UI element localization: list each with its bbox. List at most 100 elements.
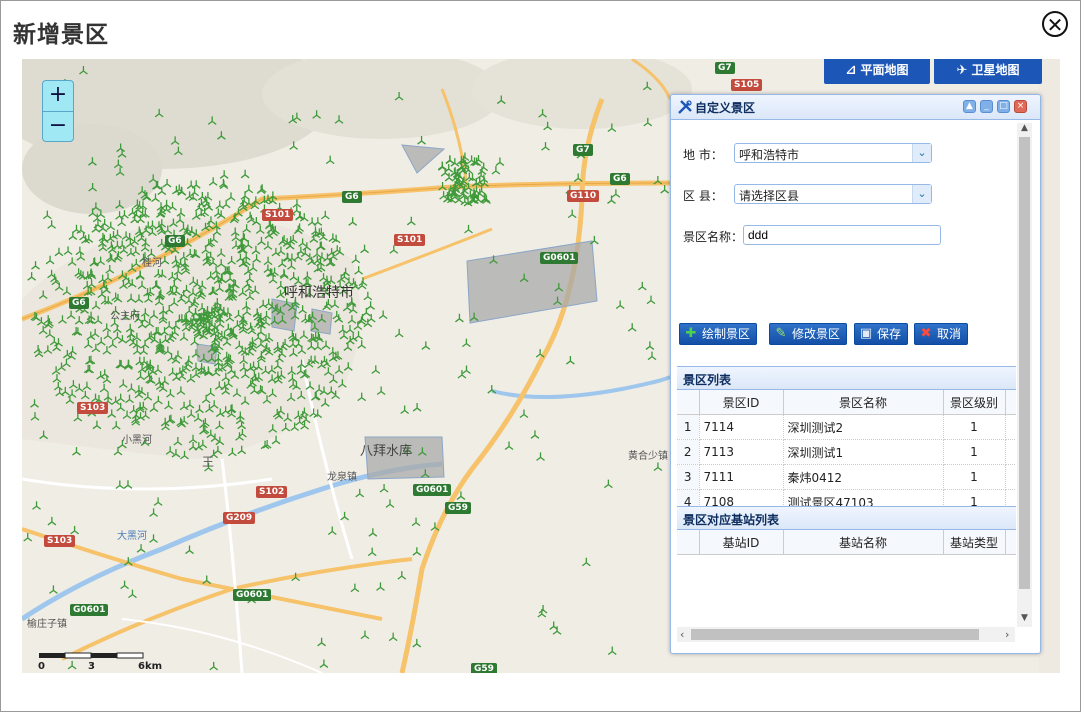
name-field-label: 景区名称： — [683, 230, 744, 244]
road-shield: G59 — [445, 502, 471, 514]
scroll-down-icon[interactable]: ▼ — [1017, 613, 1032, 623]
custom-scenic-panel: 自定义景区 ▲ _ □ × 地 市： 呼和浩特市 ⌄ 区 县： 请选择区县 ⌄ … — [670, 94, 1041, 654]
city-select-value: 呼和浩特市 — [739, 148, 800, 162]
scroll-left-icon[interactable]: ‹ — [680, 627, 684, 642]
road-shield: G0601 — [233, 589, 272, 601]
scenic-id-cell: 7111 — [699, 464, 784, 490]
collapse-icon[interactable]: ▲ — [963, 100, 976, 113]
column-header[interactable]: 景区名称 — [783, 390, 944, 415]
save-icon: ▣ — [859, 326, 873, 341]
column-header[interactable]: 景区级别 — [943, 390, 1006, 415]
satellite-icon: ✈ — [956, 63, 968, 78]
zoom-control: + − — [42, 80, 74, 142]
map-canvas[interactable]: 呼和浩特市 八拜水库 王 小黑河 桂河 大黑河 榆庄子镇 黄合少镇 龙泉镇 公主… — [22, 59, 1060, 673]
row-number: 3 — [677, 464, 700, 490]
map-type-label: 卫星地图 — [971, 63, 1020, 77]
scale-tick-label: 6km — [138, 661, 163, 672]
column-header[interactable]: 基站ID — [699, 530, 784, 555]
dialog: 新增景区 ✕ 呼和浩特市 八拜水库 王 小黑河 桂河 大黑河 榆庄子镇 黄合少镇… — [0, 0, 1081, 712]
scroll-right-icon[interactable]: › — [1005, 627, 1009, 642]
scrollbar-thumb[interactable] — [691, 629, 979, 640]
road-shield: S103 — [44, 535, 76, 547]
cancel-button[interactable]: ✖ 取消 — [914, 323, 969, 345]
road-shield: G7 — [573, 144, 593, 156]
road-shield: S102 — [256, 486, 288, 498]
road-shield: G110 — [567, 190, 600, 202]
city-select[interactable]: 呼和浩特市 ⌄ — [734, 143, 932, 163]
map-type-satellite-button[interactable]: ✈ 卫星地图 — [934, 59, 1042, 84]
scrollbar-thumb[interactable] — [1019, 137, 1030, 589]
chevron-down-icon[interactable]: ⌄ — [912, 144, 931, 162]
road-shield: S101 — [262, 209, 294, 221]
panel-body: 地 市： 呼和浩特市 ⌄ 区 县： 请选择区县 ⌄ 景区名称： ✚ 绘制景区 ✎ 修… — [677, 121, 1016, 645]
city-label: 呼和浩特市 — [284, 285, 354, 301]
road-shield: S101 — [394, 234, 426, 246]
map-type-label: 平面地图 — [860, 63, 909, 77]
station-list-title: 景区对应基站列表 — [683, 513, 780, 527]
scenic-id-cell: 7114 — [699, 414, 784, 440]
road-shield: G6 — [165, 235, 185, 247]
draw-scenic-button[interactable]: ✚ 绘制景区 — [679, 323, 758, 345]
column-spacer — [1005, 530, 1016, 555]
county-select[interactable]: 请选择区县 ⌄ — [734, 184, 932, 204]
scenic-list-title: 景区列表 — [683, 373, 732, 387]
table-row[interactable]: 3 7111 秦炜0412 1 — [677, 464, 1016, 490]
town-label: 公主府 — [110, 311, 140, 322]
table-row[interactable]: 1 7114 深圳测试2 1 — [677, 414, 1016, 440]
chevron-down-icon[interactable]: ⌄ — [912, 185, 931, 203]
column-header[interactable]: 基站名称 — [783, 530, 944, 555]
city-field-label: 地 市： — [683, 148, 723, 162]
scenic-name-cell: 秦炜0412 — [783, 464, 944, 490]
zoom-in-button[interactable]: + — [43, 81, 73, 111]
scenic-level-cell: 1 — [943, 464, 1006, 490]
road-shield: G0601 — [540, 252, 579, 264]
column-spacer — [1005, 390, 1016, 415]
county-select-value: 请选择区县 — [739, 189, 800, 203]
horizontal-scrollbar[interactable]: ‹ › — [677, 627, 1015, 642]
table-row[interactable]: 2 7113 深圳测试1 1 — [677, 439, 1016, 465]
road-shield: S105 — [731, 79, 763, 91]
zoom-out-button[interactable]: − — [43, 111, 73, 141]
map-icon: ⊿ — [845, 63, 857, 78]
county-field-label: 区 县： — [683, 189, 723, 203]
scale-tick-label: 3 — [88, 661, 95, 672]
road-shield: G7 — [715, 62, 735, 74]
vertical-scrollbar[interactable]: ▲ ▼ — [1017, 123, 1032, 627]
town-label: 桂河 — [142, 258, 162, 269]
maximize-icon[interactable]: □ — [997, 100, 1010, 113]
panel-header[interactable]: 自定义景区 ▲ _ □ × — [671, 95, 1040, 120]
scenic-name-input[interactable] — [743, 225, 941, 245]
add-icon: ✚ — [685, 326, 697, 341]
close-icon[interactable]: ✕ — [1042, 11, 1068, 37]
road-shield: G6 — [610, 173, 630, 185]
road-shield: G0601 — [70, 604, 109, 616]
row-number-header — [677, 530, 700, 555]
panel-close-icon[interactable]: × — [1014, 100, 1027, 113]
scenic-list-header: 景区列表 — [677, 366, 1016, 390]
town-label: 龙泉镇 — [327, 472, 357, 483]
column-header[interactable]: 基站类型 — [943, 530, 1006, 555]
scroll-up-icon[interactable]: ▲ — [1017, 123, 1032, 133]
road-shield: G209 — [223, 512, 256, 524]
scenic-id-cell: 7113 — [699, 439, 784, 465]
town-label: 榆庄子镇 — [27, 619, 67, 630]
road-shield: G6 — [342, 191, 362, 203]
scenic-name-cell: 深圳测试1 — [783, 439, 944, 465]
draw-scenic-label: 绘制景区 — [702, 327, 751, 341]
station-list-header: 景区对应基站列表 — [677, 506, 1016, 530]
map-type-plain-button[interactable]: ⊿ 平面地图 — [824, 59, 930, 84]
edit-scenic-label: 修改景区 — [792, 327, 841, 341]
reservoir-label: 八拜水库 — [360, 444, 413, 459]
panel-title: 自定义景区 — [695, 101, 756, 115]
road-shield: S103 — [77, 402, 109, 414]
row-number: 2 — [677, 439, 700, 465]
minimize-icon[interactable]: _ — [980, 100, 993, 113]
scenic-list-table: 景区ID 景区名称 景区级别 1 7114 深圳测试2 1 2 7113 深圳测… — [677, 390, 1016, 515]
row-number: 1 — [677, 414, 700, 440]
save-button[interactable]: ▣ 保存 — [854, 323, 909, 345]
scenic-level-cell: 1 — [943, 439, 1006, 465]
edit-scenic-button[interactable]: ✎ 修改景区 — [769, 323, 848, 345]
column-header[interactable]: 景区ID — [699, 390, 784, 415]
station-list-table: 基站ID 基站名称 基站类型 — [677, 530, 1016, 555]
road-shield: G0601 — [413, 484, 452, 496]
